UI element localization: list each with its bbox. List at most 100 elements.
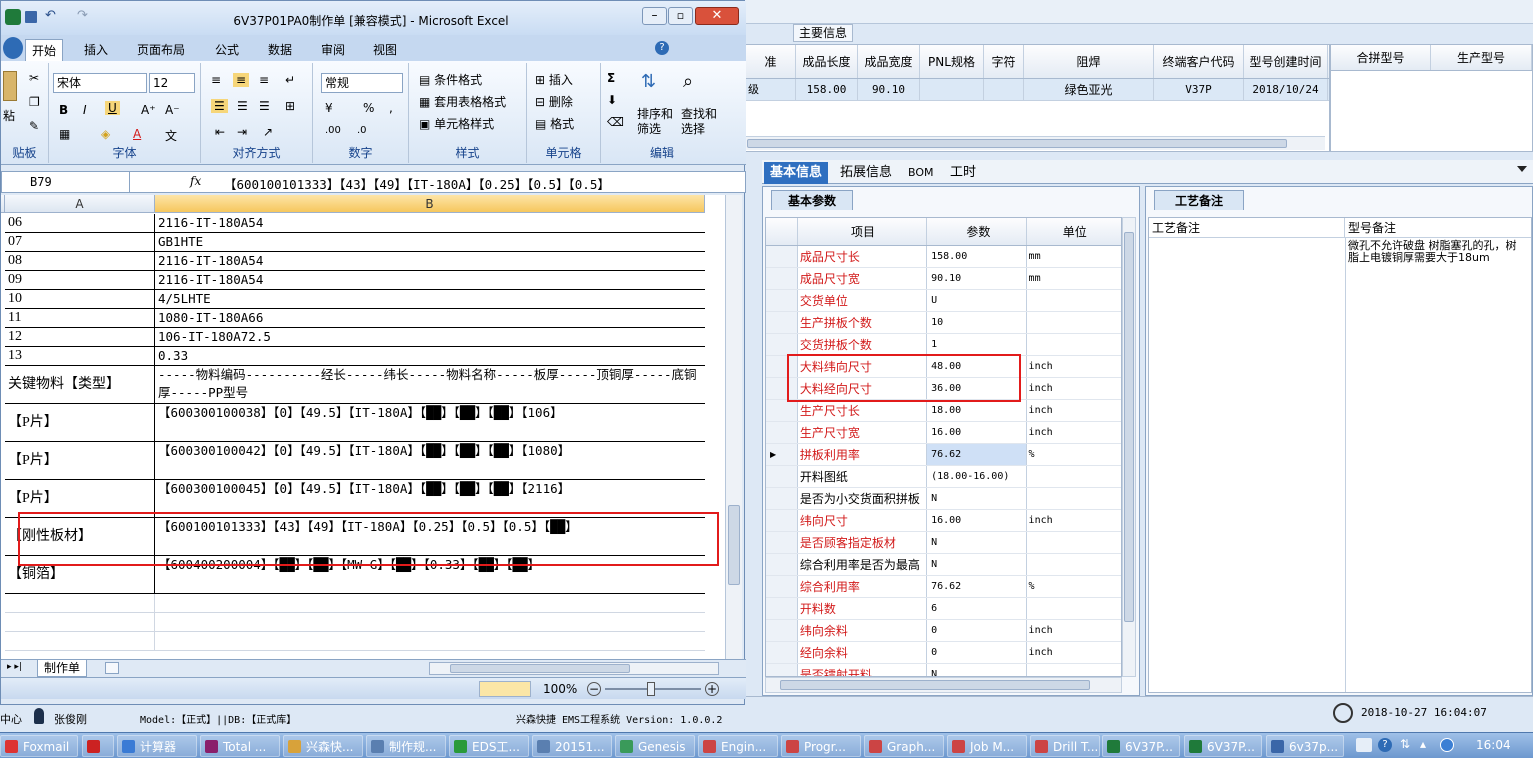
taskbar-item[interactable]: Engin... (698, 735, 778, 757)
cell-a[interactable]: 11 (5, 309, 155, 327)
param-value[interactable]: 10 (927, 312, 1027, 333)
cell-b[interactable]: 4/5LHTE (155, 290, 705, 308)
taskbar-item[interactable]: 计算器 (117, 735, 197, 757)
dropdown-arrow-icon[interactable] (1517, 166, 1527, 172)
cut-icon[interactable]: ✂ (29, 71, 39, 85)
col-header[interactable]: 生产型号 (1431, 45, 1532, 70)
param-row[interactable]: 生产尺寸长 18.00 inch (766, 400, 1121, 422)
empty-row[interactable] (5, 632, 705, 651)
taskbar-item[interactable]: Total ... (200, 735, 280, 757)
taskbar-item[interactable]: Job M... (947, 735, 1027, 757)
col-header[interactable]: 准 (746, 45, 796, 78)
font-size-combo[interactable]: 12 (149, 73, 195, 93)
cell-b[interactable]: 2116-IT-180A54 (155, 252, 705, 270)
cell-b[interactable]: 1080-IT-180A66 (155, 309, 705, 327)
param-row[interactable]: 是否镭射开料 N (766, 664, 1121, 676)
sheet-row[interactable]: 关键物料【类型】 -----物料编码----------经长-----纬长----… (5, 366, 705, 404)
sheet-row[interactable]: 【P片】 【600300100042】【0】【49.5】【IT-180A】【██】… (5, 442, 705, 480)
cell-b[interactable]: -----物料编码----------经长-----纬长-----物料名称---… (155, 366, 705, 403)
percent-icon[interactable]: % (363, 101, 374, 115)
cell-a[interactable]: 【P片】 (5, 442, 155, 479)
scroll-thumb[interactable] (1124, 232, 1134, 622)
col-header[interactable]: 成品宽度 (858, 45, 920, 78)
formula-input[interactable]: 【600100101333】【43】【49】【IT-180A】【0.25】【0.… (224, 174, 704, 193)
cell-a[interactable] (5, 613, 155, 631)
bold-button[interactable]: B (59, 103, 68, 117)
increase-decimal-icon[interactable]: .00 (325, 125, 341, 136)
cell-a[interactable]: 关键物料【类型】 (5, 366, 155, 403)
col-header[interactable]: PNL规格 (920, 45, 984, 78)
scroll-thumb[interactable] (450, 664, 630, 673)
param-row[interactable]: 生产拼板个数 10 (766, 312, 1121, 334)
zoom-level[interactable]: 100% (543, 682, 577, 696)
param-value[interactable]: 6 (927, 598, 1027, 619)
insert-sheet-icon[interactable] (105, 662, 119, 674)
param-value[interactable]: N (927, 488, 1027, 509)
taskbar-item[interactable]: Foxmail (0, 735, 78, 757)
param-value[interactable]: N (927, 664, 1027, 676)
horizontal-scrollbar[interactable] (765, 677, 1122, 693)
vertical-scrollbar[interactable] (725, 195, 742, 659)
help-icon[interactable]: ? (655, 41, 669, 55)
param-row[interactable]: 是否顾客指定板材 N (766, 532, 1121, 554)
zoom-out-icon[interactable]: − (587, 682, 601, 696)
param-value[interactable]: 1 (927, 334, 1027, 355)
tab-formulas[interactable]: 公式 (209, 39, 245, 61)
notes-tab[interactable]: 工艺备注 (1154, 190, 1244, 210)
sheet-row[interactable]: 【P片】 【600300100038】【0】【49.5】【IT-180A】【██】… (5, 404, 705, 442)
row-selector[interactable] (766, 246, 798, 267)
shrink-font-icon[interactable]: A⁻ (165, 103, 180, 117)
taskbar-item[interactable]: Genesis (615, 735, 695, 757)
clock[interactable]: 16:04 (1476, 738, 1511, 752)
cell-a[interactable] (5, 632, 155, 650)
param-row[interactable]: 是否为小交货面积拼板 N (766, 488, 1121, 510)
fill-icon[interactable]: ⬇ (607, 93, 617, 107)
param-row[interactable]: 交货拼板个数 1 (766, 334, 1121, 356)
cell-a[interactable]: 08 (5, 252, 155, 270)
tab-insert[interactable]: 插入 (78, 39, 114, 61)
param-value[interactable]: 158.00 (927, 246, 1027, 267)
model-note-text[interactable]: 微孔不允许破盘 树脂塞孔的孔，树脂上电镀铜厚需要大于18um (1348, 240, 1520, 264)
paste-button[interactable]: 粘 (3, 107, 15, 124)
row-selector[interactable] (766, 422, 798, 443)
sheet-row[interactable]: 12 106-IT-180A72.5 (5, 328, 705, 347)
col-header[interactable]: 阻焊 (1024, 45, 1154, 78)
param-tab[interactable]: 基本参数 (771, 190, 853, 210)
tab-review[interactable]: 审阅 (315, 39, 351, 61)
param-row[interactable]: 成品尺寸宽 90.10 mm (766, 268, 1121, 290)
cell-a[interactable]: 09 (5, 271, 155, 289)
row-selector[interactable] (766, 334, 798, 355)
taskbar-item[interactable]: 兴森快... (283, 735, 363, 757)
phonetic-icon[interactable]: 文 (165, 127, 177, 144)
row-selector[interactable] (766, 510, 798, 531)
name-box[interactable]: B79 (2, 172, 130, 192)
row-selector[interactable] (766, 620, 798, 641)
zoom-in-icon[interactable]: + (705, 682, 719, 696)
column-header-b[interactable]: B (155, 195, 705, 213)
decrease-decimal-icon[interactable]: .0 (357, 125, 367, 136)
scroll-thumb[interactable] (728, 505, 740, 585)
view-buttons[interactable] (479, 681, 531, 697)
delete-cells-button[interactable]: ⊟ 删除 (535, 93, 573, 110)
sort-filter-button[interactable]: 排序和筛选 (637, 107, 677, 137)
minimize-button[interactable]: – (642, 7, 667, 25)
tab-data[interactable]: 数据 (262, 39, 298, 61)
sheet-row[interactable]: 10 4/5LHTE (5, 290, 705, 309)
excel-logo-icon[interactable] (5, 9, 21, 25)
row-selector[interactable]: ▶ (766, 444, 798, 465)
col-header[interactable]: 字符 (984, 45, 1024, 78)
row-selector[interactable] (766, 400, 798, 421)
cell-b[interactable]: 0.33 (155, 347, 705, 365)
col-header[interactable]: 终端客户代码 (1154, 45, 1244, 78)
main-info-row[interactable]: 级 158.00 90.10 绿色亚光 V37P 2018/10/24 (746, 79, 1329, 101)
fill-color-icon[interactable]: ◈ (101, 127, 110, 141)
row-selector[interactable] (766, 312, 798, 333)
param-row[interactable]: ▶ 拼板利用率 76.62% (766, 444, 1121, 466)
tab-extended-info[interactable]: 拓展信息 (834, 162, 898, 184)
border-icon[interactable]: ▦ (59, 127, 70, 141)
format-painter-icon[interactable]: ✎ (29, 119, 39, 133)
scroll-thumb[interactable] (780, 680, 1090, 690)
format-cells-button[interactable]: ▤ 格式 (535, 115, 574, 132)
number-format-combo[interactable]: 常规 (321, 73, 403, 93)
grow-font-icon[interactable]: A⁺ (141, 103, 156, 117)
